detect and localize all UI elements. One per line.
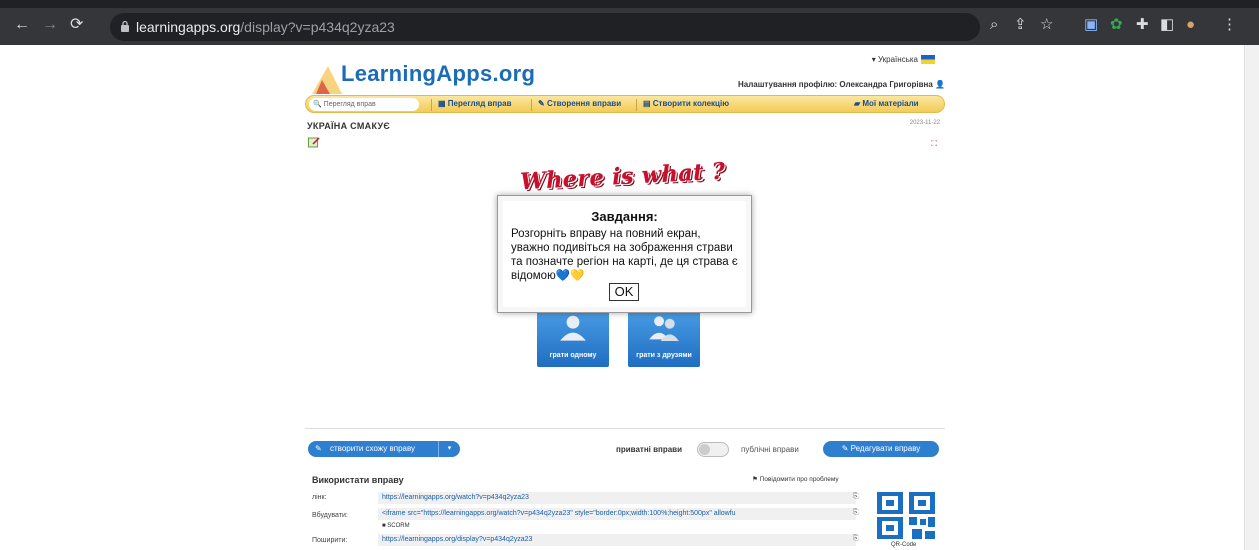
hearts-emoji: 💙💛 (555, 270, 585, 282)
nav-divider (636, 99, 637, 111)
page-scrollbar[interactable] (1244, 45, 1259, 550)
nav-create-app[interactable]: ✎ Створення вправи (538, 99, 621, 108)
package-icon: ■ (382, 523, 386, 529)
edit-app-button[interactable]: ✎ Редагувати вправу (823, 441, 939, 457)
site-nav-bar: 🔍 Перегляд вправ ▦ Перегляд вправ ✎ Ство… (305, 95, 945, 113)
use-app-heading: Використати вправу (312, 475, 404, 485)
nav-create-collection[interactable]: ▤ Створити колекцію (643, 99, 729, 108)
page-content: LearningApps.org ▾ Українська Налаштуван… (0, 45, 1244, 550)
language-label: Українська (877, 55, 918, 64)
copy-icon[interactable]: ⎘ (853, 493, 859, 501)
ok-button[interactable]: OK (609, 283, 639, 301)
reload-icon[interactable]: ⟳ (70, 17, 83, 33)
site-logo-text[interactable]: LearningApps.org (341, 61, 535, 87)
public-apps-label: публічні вправи (741, 445, 799, 454)
copy-icon[interactable]: ⎘ (853, 535, 859, 543)
profile-label: Налаштування профілю: Олександра Григорі… (737, 80, 933, 89)
app-banner-title: Where is what ? (519, 157, 726, 196)
play-single-button[interactable]: грати одному (537, 305, 609, 367)
back-arrow-icon[interactable]: ← (14, 17, 30, 33)
translate-extension-icon[interactable]: ▣ (1084, 17, 1098, 33)
ukraine-flag-icon (921, 55, 935, 65)
report-problem-link[interactable]: ⚑ Повідомити про проблему (752, 475, 839, 483)
share-icon[interactable]: ⇪ (1014, 17, 1027, 33)
private-apps-label: приватні вправи (616, 445, 683, 454)
embed-field[interactable]: <iframe src="https://learningapps.org/wa… (378, 508, 856, 520)
task-dialog: Завдання: Розгорніть вправу на повний ек… (497, 195, 752, 313)
app-date: 2023-11-22 (909, 120, 940, 126)
qr-code-label: QR-Code (891, 542, 917, 548)
forward-arrow-icon[interactable]: → (42, 17, 58, 33)
single-player-icon (560, 315, 586, 341)
task-dialog-content: Завдання: Розгорніть вправу на повний ек… (503, 201, 746, 307)
qr-code-icon[interactable] (876, 491, 936, 539)
task-dialog-text: Розгорніть вправу на повний екран, уважн… (511, 228, 738, 282)
nav-divider (431, 99, 432, 111)
dropdown-caret-icon[interactable]: ▾ (438, 441, 460, 457)
menu-kebab-icon[interactable]: ⋮ (1222, 17, 1237, 33)
app-title: УКРАЇНА СМАКУЄ (307, 121, 391, 131)
nav-browse-apps[interactable]: ▦ Перегляд вправ (438, 99, 512, 108)
copy-icon[interactable]: ⎘ (853, 509, 859, 517)
search-input[interactable]: 🔍 Перегляд вправ (309, 98, 419, 111)
browser-toolbar: ← → ⟳ learningapps.org/display?v=p434q2y… (0, 0, 1259, 45)
user-icon: 👤 (935, 80, 945, 89)
play-friends-label: грати з друзями (636, 352, 692, 359)
extension-icon[interactable]: ✿ (1110, 17, 1123, 33)
tab-strip (0, 0, 1259, 8)
play-single-label: грати одному (549, 352, 597, 359)
zoom-icon[interactable]: ⌕ (990, 17, 998, 33)
visibility-toggle[interactable] (697, 442, 729, 457)
task-dialog-title: Завдання: (591, 209, 658, 224)
nav-divider (531, 99, 532, 111)
scorm-download[interactable]: ■ SCORM (382, 523, 410, 529)
multi-player-icon (649, 316, 679, 341)
create-similar-label: створити схожу вправу (330, 444, 416, 453)
nav-my-materials[interactable]: ▰ Мої матеріали (854, 99, 919, 108)
learningapps-site: LearningApps.org ▾ Українська Налаштуван… (305, 45, 945, 550)
profile-settings-link[interactable]: Налаштування профілю: Олександра Григорі… (738, 80, 945, 89)
side-panel-icon[interactable]: ◧ (1160, 17, 1174, 33)
edit-app-label: Редагувати вправу (850, 444, 921, 453)
fullscreen-icon[interactable]: ⛶ (931, 139, 937, 149)
link-label: лінк: (312, 494, 327, 501)
link-field[interactable]: https://learningapps.org/watch?v=p434q2y… (378, 492, 856, 504)
share-field[interactable]: https://learningapps.org/display?v=p434q… (378, 534, 856, 546)
learningapps-logo-icon[interactable] (308, 60, 344, 96)
edit-note-icon[interactable] (308, 137, 320, 148)
language-selector[interactable]: ▾ Українська (872, 55, 935, 65)
play-friends-button[interactable]: грати з друзями (628, 305, 700, 367)
bookmark-star-icon[interactable]: ☆ (1040, 17, 1053, 33)
toggle-knob (699, 444, 710, 455)
section-divider (305, 428, 945, 429)
create-similar-button[interactable]: ✎ створити схожу вправу ▾ (308, 441, 460, 457)
lock-icon (121, 20, 129, 32)
share-label: Поширити: (312, 537, 348, 544)
profile-avatar-icon[interactable]: ● (1186, 17, 1195, 33)
edit-square-icon: ✎ (315, 444, 322, 453)
flag-icon: ⚑ (752, 476, 758, 483)
embed-label: Вбудувати: (312, 512, 348, 519)
url-text: learningapps.org/display?v=p434q2yza23 (136, 19, 395, 35)
extensions-puzzle-icon[interactable]: ✚ (1136, 17, 1149, 33)
